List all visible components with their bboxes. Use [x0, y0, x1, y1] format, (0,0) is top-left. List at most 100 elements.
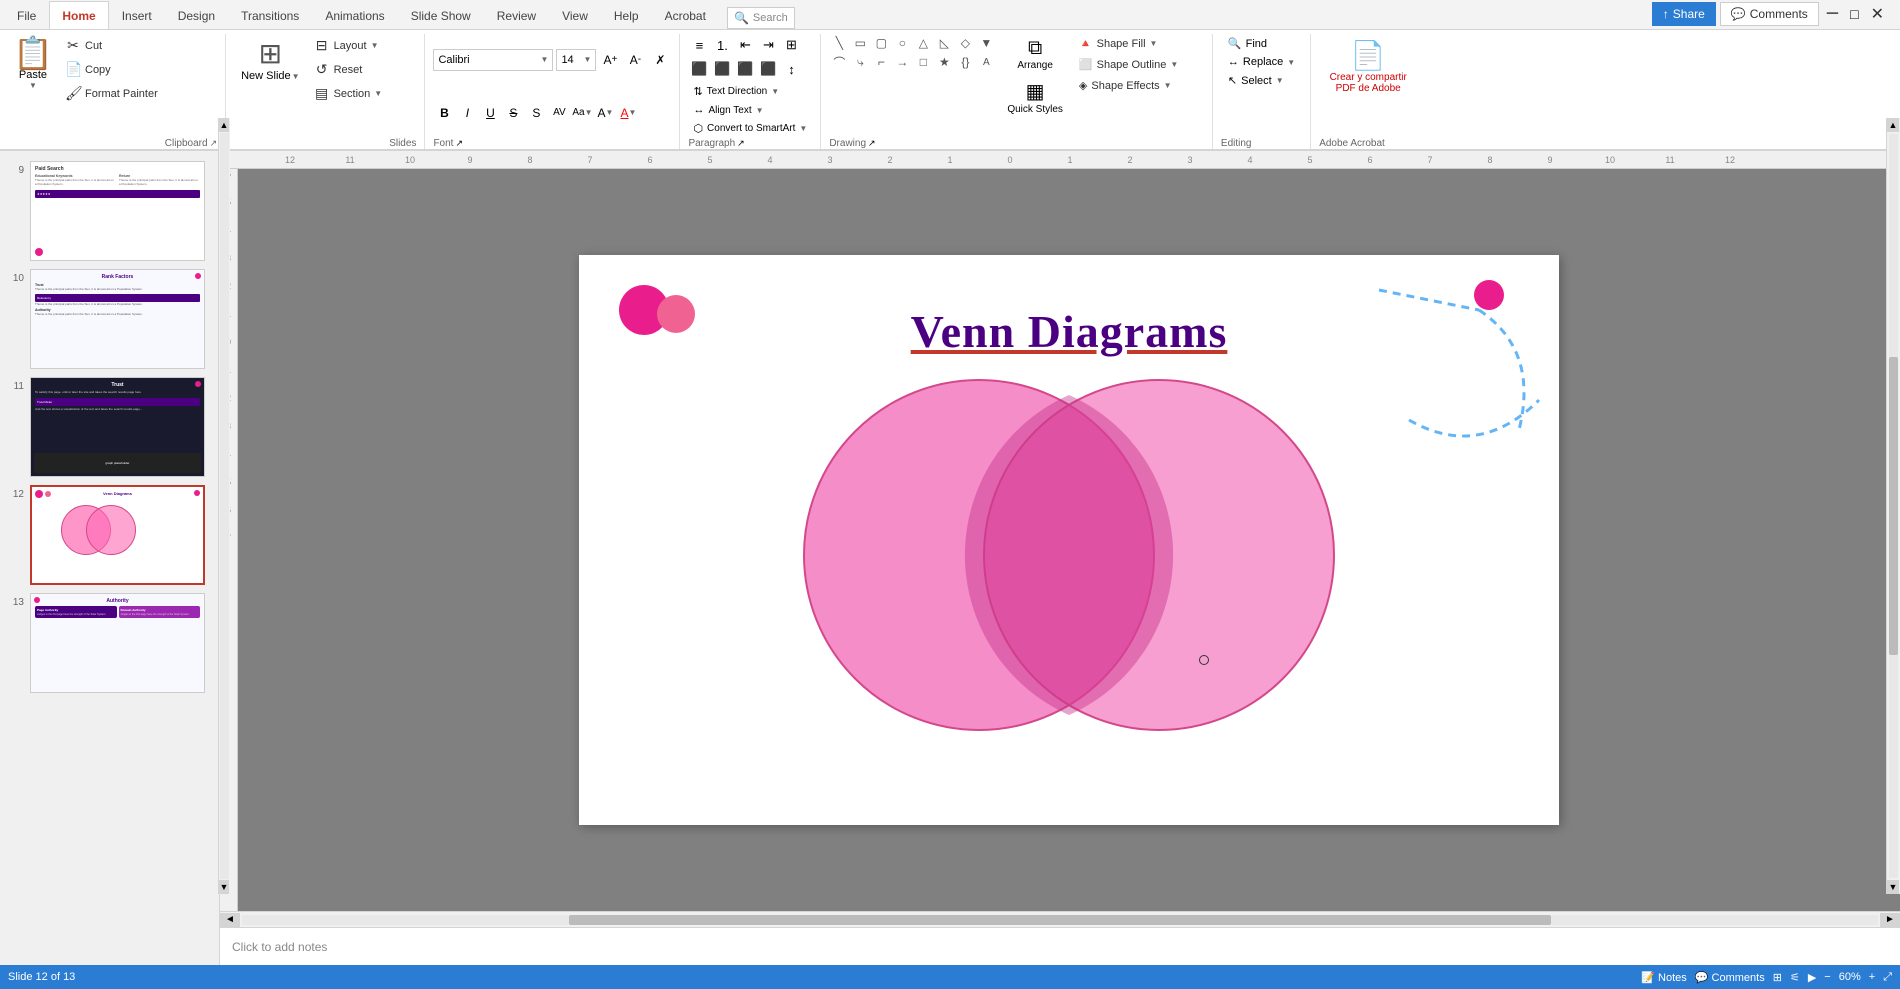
replace-arrow[interactable]: ▼	[1287, 58, 1295, 67]
maximize-button[interactable]: □	[1846, 6, 1862, 22]
tab-help[interactable]: Help	[601, 1, 652, 29]
layout-button[interactable]: ⊟ Layout ▼	[309, 34, 388, 57]
shape-connector[interactable]: ⤷	[850, 53, 870, 71]
shape-fill-arrow[interactable]: ▼	[1150, 39, 1158, 48]
text-direction-button[interactable]: ⇅ Text Direction ▼	[688, 82, 784, 101]
tab-file[interactable]: File	[4, 1, 49, 29]
shape-more[interactable]: ▼	[976, 34, 996, 52]
font-name-selector[interactable]: Calibri ▼	[433, 49, 553, 71]
increase-font-button[interactable]: A+	[599, 49, 621, 71]
layout-arrow[interactable]: ▼	[371, 41, 379, 50]
shape-bracket[interactable]: {}	[955, 53, 975, 71]
shape-outline-arrow[interactable]: ▼	[1170, 60, 1178, 69]
shape-arc[interactable]: ⌒	[829, 53, 849, 71]
bullets-button[interactable]: ≡	[688, 34, 710, 56]
shape-outline-button[interactable]: ⬜ Shape Outline ▼	[1074, 55, 1204, 74]
strikethrough-button[interactable]: S	[502, 102, 524, 124]
share-button[interactable]: ↑ Share	[1652, 2, 1716, 26]
shape-line[interactable]: ╲	[829, 34, 849, 52]
comments-toggle[interactable]: 💬 Comments	[1695, 971, 1765, 984]
close-button[interactable]: ✕	[1867, 4, 1888, 24]
tab-review[interactable]: Review	[484, 1, 549, 29]
text-dir-arrow[interactable]: ▼	[771, 87, 779, 96]
decrease-font-button[interactable]: A-	[624, 49, 646, 71]
section-arrow[interactable]: ▼	[374, 89, 382, 98]
paste-button[interactable]: 📋 Paste ▼	[8, 34, 58, 93]
slide-thumbnail-12[interactable]: 12 Venn Diagrams	[4, 483, 215, 587]
tab-transitions[interactable]: Transitions	[228, 1, 312, 29]
paragraph-expand-icon[interactable]: ↗	[737, 138, 745, 149]
font-size-arrow[interactable]: ▼	[584, 55, 592, 64]
columns-button[interactable]: ⊞	[780, 34, 802, 56]
view-reading[interactable]: ▶	[1808, 971, 1816, 984]
paste-dropdown-arrow[interactable]: ▼	[29, 81, 37, 90]
panel-vertical-scrollbar[interactable]: ▲ ▼	[218, 118, 230, 894]
shape-rect[interactable]: ▭	[850, 34, 870, 52]
slide-thumbnail-11[interactable]: 11 Trust To satisfy this page, until or …	[4, 375, 215, 479]
notes-toggle[interactable]: 📝 Notes	[1641, 971, 1687, 984]
tab-animations[interactable]: Animations	[312, 1, 397, 29]
new-slide-dropdown[interactable]: ▼	[292, 72, 300, 81]
align-text-arrow[interactable]: ▼	[756, 106, 764, 115]
shape-triangle[interactable]: △	[913, 34, 933, 52]
vertical-scrollbar[interactable]: ▲ ▼	[1886, 118, 1900, 894]
select-arrow[interactable]: ▼	[1276, 76, 1284, 85]
replace-button[interactable]: ↔ Replace ▼	[1221, 53, 1302, 71]
drawing-expand-icon[interactable]: ↗	[868, 138, 876, 149]
minimize-button[interactable]: ─	[1823, 5, 1842, 23]
slide-thumbnail-9[interactable]: 9 Paid Search Educational Keywords Theme…	[4, 159, 215, 263]
font-size-selector[interactable]: 14 ▼	[556, 49, 596, 71]
shadow-button[interactable]: S	[525, 102, 547, 124]
shape-a[interactable]: A	[976, 53, 996, 71]
smartart-arrow[interactable]: ▼	[799, 124, 807, 133]
shape-elbow[interactable]: ⌐	[871, 53, 891, 71]
slide-thumbnail-13[interactable]: 13 Authority Page Authority Judges in th…	[4, 591, 215, 695]
align-text-button[interactable]: ↔ Align Text ▼	[688, 101, 768, 119]
quick-styles-button[interactable]: ▦ Quick Styles	[1000, 76, 1070, 118]
convert-smartart-button[interactable]: ⬡ Convert to SmartArt ▼	[688, 119, 812, 138]
tab-acrobat[interactable]: Acrobat	[652, 1, 719, 29]
shape-effects-button[interactable]: ◈ Shape Effects ▼	[1074, 76, 1204, 95]
justify-button[interactable]: ⬛	[757, 58, 779, 80]
slide-canvas-wrapper[interactable]: Venn Diagrams	[238, 169, 1900, 911]
char-spacing-button[interactable]: AV	[548, 102, 570, 124]
increase-indent-button[interactable]: ⇥	[757, 34, 779, 56]
align-left-button[interactable]: ⬛	[688, 58, 710, 80]
tab-view[interactable]: View	[549, 1, 601, 29]
tab-home[interactable]: Home	[49, 1, 108, 29]
view-normal[interactable]: ⊞	[1773, 971, 1782, 984]
copy-button[interactable]: 📄 Copy	[60, 58, 163, 81]
reset-button[interactable]: ↺ Reset	[309, 58, 388, 81]
tab-design[interactable]: Design	[165, 1, 228, 29]
font-expand-icon[interactable]: ↗	[455, 138, 463, 149]
italic-button[interactable]: I	[456, 102, 478, 124]
shape-effects-arrow[interactable]: ▼	[1164, 81, 1172, 90]
search-box[interactable]: 🔍 Search	[727, 7, 795, 29]
shape-fill-button[interactable]: 🔺 Shape Fill ▼	[1074, 34, 1204, 53]
align-right-button[interactable]: ⬛	[734, 58, 756, 80]
shape-callout[interactable]: □	[913, 53, 933, 71]
shape-right-triangle[interactable]: ◺	[934, 34, 954, 52]
shape-arrow[interactable]: →	[892, 53, 912, 71]
select-button[interactable]: ↖ Select ▼	[1221, 71, 1291, 90]
section-button[interactable]: ▤ Section ▼	[309, 82, 388, 105]
decrease-indent-button[interactable]: ⇤	[734, 34, 756, 56]
align-center-button[interactable]: ⬛	[711, 58, 733, 80]
shape-diamond[interactable]: ◇	[955, 34, 975, 52]
venn-diagram[interactable]	[779, 365, 1359, 745]
notes-area[interactable]: Click to add notes	[220, 927, 1900, 965]
shape-oval[interactable]: ○	[892, 34, 912, 52]
slide-thumbnail-10[interactable]: 10 Rank Factors Trust Theme is the princ…	[4, 267, 215, 371]
view-slider[interactable]: ⚟	[1790, 971, 1800, 984]
comments-button[interactable]: 💬 Comments	[1720, 2, 1819, 26]
adobe-create-button[interactable]: 📄 Crear y compartir PDF de Adobe	[1319, 34, 1417, 99]
find-button[interactable]: 🔍 Find	[1221, 34, 1274, 53]
zoom-in[interactable]: +	[1869, 971, 1875, 983]
arrange-button[interactable]: ⧉ Arrange	[1000, 34, 1070, 74]
numbered-list-button[interactable]: 1.	[711, 34, 733, 56]
format-painter-button[interactable]: 🖌 Format Painter	[60, 82, 163, 105]
new-slide-button[interactable]: ⊞ New Slide ▼	[234, 34, 306, 85]
shape-star[interactable]: ★	[934, 53, 954, 71]
zoom-out[interactable]: −	[1824, 971, 1830, 983]
font-size-dropdown2[interactable]: Aa▼	[571, 102, 593, 124]
